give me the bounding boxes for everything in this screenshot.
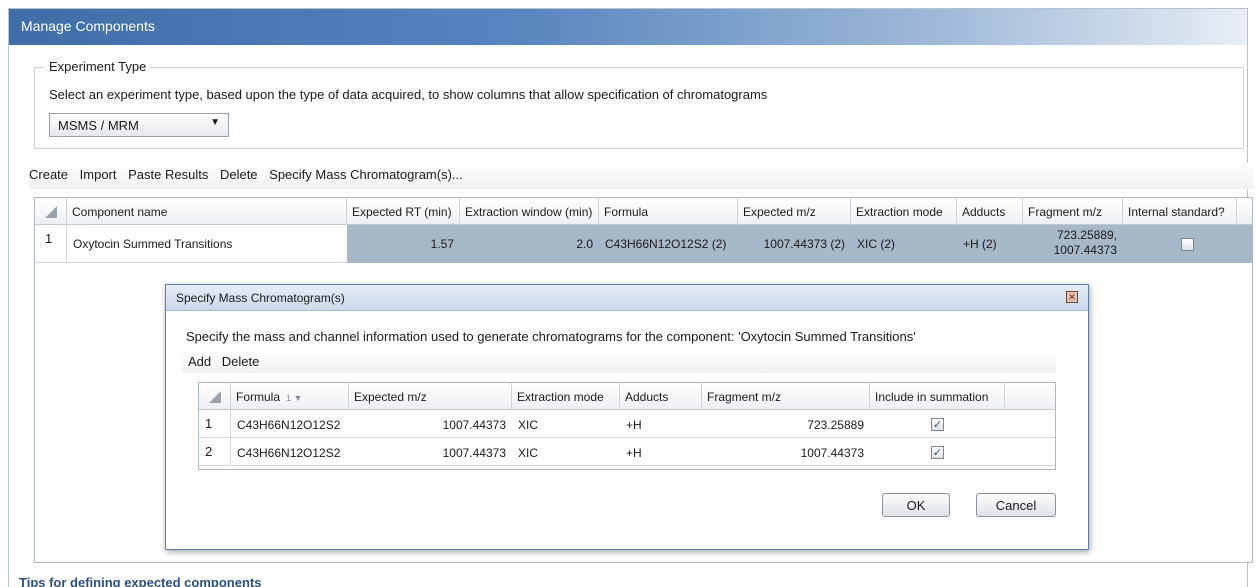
experiment-type-description: Select an experiment type, based upon th… bbox=[49, 87, 768, 102]
expected-mz-cell[interactable]: 1007.44373 (2) bbox=[738, 225, 851, 263]
ok-button[interactable]: OK bbox=[882, 493, 950, 517]
include-cell[interactable] bbox=[870, 438, 1005, 466]
column-header[interactable]: Adducts bbox=[620, 383, 702, 410]
cancel-button[interactable]: Cancel bbox=[976, 493, 1056, 517]
select-all-corner[interactable] bbox=[35, 198, 67, 225]
include-in-summation-checkbox[interactable] bbox=[931, 418, 944, 432]
dialog-toolbar: Add Delete bbox=[182, 351, 1056, 373]
column-header[interactable]: Extraction window (min) bbox=[460, 198, 599, 225]
dialog-description: Specify the mass and channel information… bbox=[186, 329, 916, 344]
corner-triangle-icon bbox=[209, 391, 221, 403]
row-number: 1 bbox=[35, 225, 67, 263]
adducts-cell[interactable]: +H bbox=[620, 438, 702, 466]
close-icon[interactable]: ✕ bbox=[1066, 291, 1078, 303]
sort-order-indicator: 1 ▼ bbox=[286, 393, 303, 403]
experiment-type-value: MSMS / MRM bbox=[58, 118, 139, 133]
delete-button[interactable]: Delete bbox=[220, 167, 258, 182]
select-all-corner[interactable] bbox=[199, 383, 231, 410]
column-header[interactable]: Expected m/z bbox=[349, 383, 512, 410]
corner-triangle-icon bbox=[45, 206, 57, 218]
extraction-mode-cell[interactable]: XIC bbox=[512, 410, 620, 438]
tips-link[interactable]: Tips for defining expected components bbox=[19, 575, 261, 587]
specify-mass-chromatogram-dialog: Specify Mass Chromatogram(s) ✕ Specify t… bbox=[165, 284, 1089, 550]
adducts-cell[interactable]: +H (2) bbox=[957, 225, 1023, 263]
create-button[interactable]: Create bbox=[29, 167, 68, 182]
include-cell[interactable] bbox=[870, 410, 1005, 438]
row-number: 2 bbox=[199, 438, 231, 466]
chevron-down-icon: ▼ bbox=[210, 117, 220, 128]
fragment-mz-cell[interactable]: 1007.44373 bbox=[702, 438, 870, 466]
extraction-mode-cell[interactable]: XIC bbox=[512, 438, 620, 466]
column-header[interactable]: Internal standard? bbox=[1123, 198, 1237, 225]
formula-cell[interactable]: C43H66N12O12S2 bbox=[231, 410, 349, 438]
experiment-type-legend: Experiment Type bbox=[45, 59, 151, 74]
column-header[interactable]: Expected m/z bbox=[738, 198, 851, 225]
extraction-window-cell[interactable]: 2.0 bbox=[460, 225, 599, 263]
components-toolbar: Create Import Paste Results Delete Speci… bbox=[29, 163, 1254, 189]
fragment-mz-line: 723.25889, bbox=[1056, 228, 1117, 242]
column-header[interactable]: Component name bbox=[67, 198, 347, 225]
extraction-mode-cell[interactable]: XIC (2) bbox=[851, 225, 957, 263]
experiment-type-group: Experiment Type Select an experiment typ… bbox=[34, 59, 1244, 149]
column-header[interactable]: Formula 1 ▼ bbox=[231, 383, 349, 410]
include-in-summation-checkbox[interactable] bbox=[931, 446, 944, 460]
table-header: Component name Expected RT (min) Extract… bbox=[35, 198, 1252, 225]
delete-button[interactable]: Delete bbox=[222, 354, 260, 369]
add-button[interactable]: Add bbox=[188, 354, 211, 369]
sort-order-number: 1 bbox=[286, 393, 292, 403]
internal-standard-checkbox[interactable] bbox=[1181, 238, 1194, 252]
component-name-cell[interactable]: Oxytocin Summed Transitions bbox=[67, 225, 347, 263]
fragment-mz-line: 1007.44373 bbox=[1053, 243, 1117, 257]
paste-results-button[interactable]: Paste Results bbox=[128, 167, 208, 182]
column-header[interactable]: Formula bbox=[599, 198, 738, 225]
column-header[interactable]: Expected RT (min) bbox=[347, 198, 460, 225]
expected-rt-cell[interactable]: 1.57 bbox=[347, 225, 460, 263]
table-row[interactable]: 1 Oxytocin Summed Transitions 1.57 2.0 C… bbox=[35, 225, 1252, 263]
mass-chromatogram-table: Formula 1 ▼ Expected m/z Extraction mode … bbox=[198, 382, 1056, 470]
table-row[interactable]: 2 C43H66N12O12S2 1007.44373 XIC +H 1007.… bbox=[199, 438, 1055, 466]
row-number: 1 bbox=[199, 410, 231, 438]
formula-cell[interactable]: C43H66N12O12S2 (2) bbox=[599, 225, 738, 263]
fragment-mz-cell[interactable]: 723.25889 bbox=[702, 410, 870, 438]
experiment-type-select[interactable]: MSMS / MRM ▼ bbox=[49, 113, 229, 137]
column-header[interactable]: Extraction mode bbox=[851, 198, 957, 225]
fragment-mz-cell[interactable]: 723.25889, 1007.44373 bbox=[1023, 225, 1123, 263]
column-header[interactable]: Adducts bbox=[957, 198, 1023, 225]
expected-mz-cell[interactable]: 1007.44373 bbox=[349, 410, 512, 438]
expected-mz-cell[interactable]: 1007.44373 bbox=[349, 438, 512, 466]
import-button[interactable]: Import bbox=[80, 167, 117, 182]
formula-cell[interactable]: C43H66N12O12S2 bbox=[231, 438, 349, 466]
table-header: Formula 1 ▼ Expected m/z Extraction mode … bbox=[199, 383, 1055, 410]
table-row[interactable]: 1 C43H66N12O12S2 1007.44373 XIC +H 723.2… bbox=[199, 410, 1055, 438]
column-header[interactable]: Include in summation bbox=[870, 383, 1005, 410]
column-header[interactable]: Fragment m/z bbox=[702, 383, 870, 410]
column-header[interactable]: Extraction mode bbox=[512, 383, 620, 410]
formula-header-label: Formula bbox=[236, 390, 281, 404]
column-header[interactable]: Fragment m/z bbox=[1023, 198, 1123, 225]
dialog-title: Specify Mass Chromatogram(s) bbox=[166, 285, 1088, 311]
internal-standard-cell[interactable] bbox=[1123, 225, 1252, 263]
specify-mass-chromatogram-button[interactable]: Specify Mass Chromatogram(s)... bbox=[269, 167, 463, 182]
window-title: Manage Components bbox=[9, 9, 1247, 45]
adducts-cell[interactable]: +H bbox=[620, 410, 702, 438]
